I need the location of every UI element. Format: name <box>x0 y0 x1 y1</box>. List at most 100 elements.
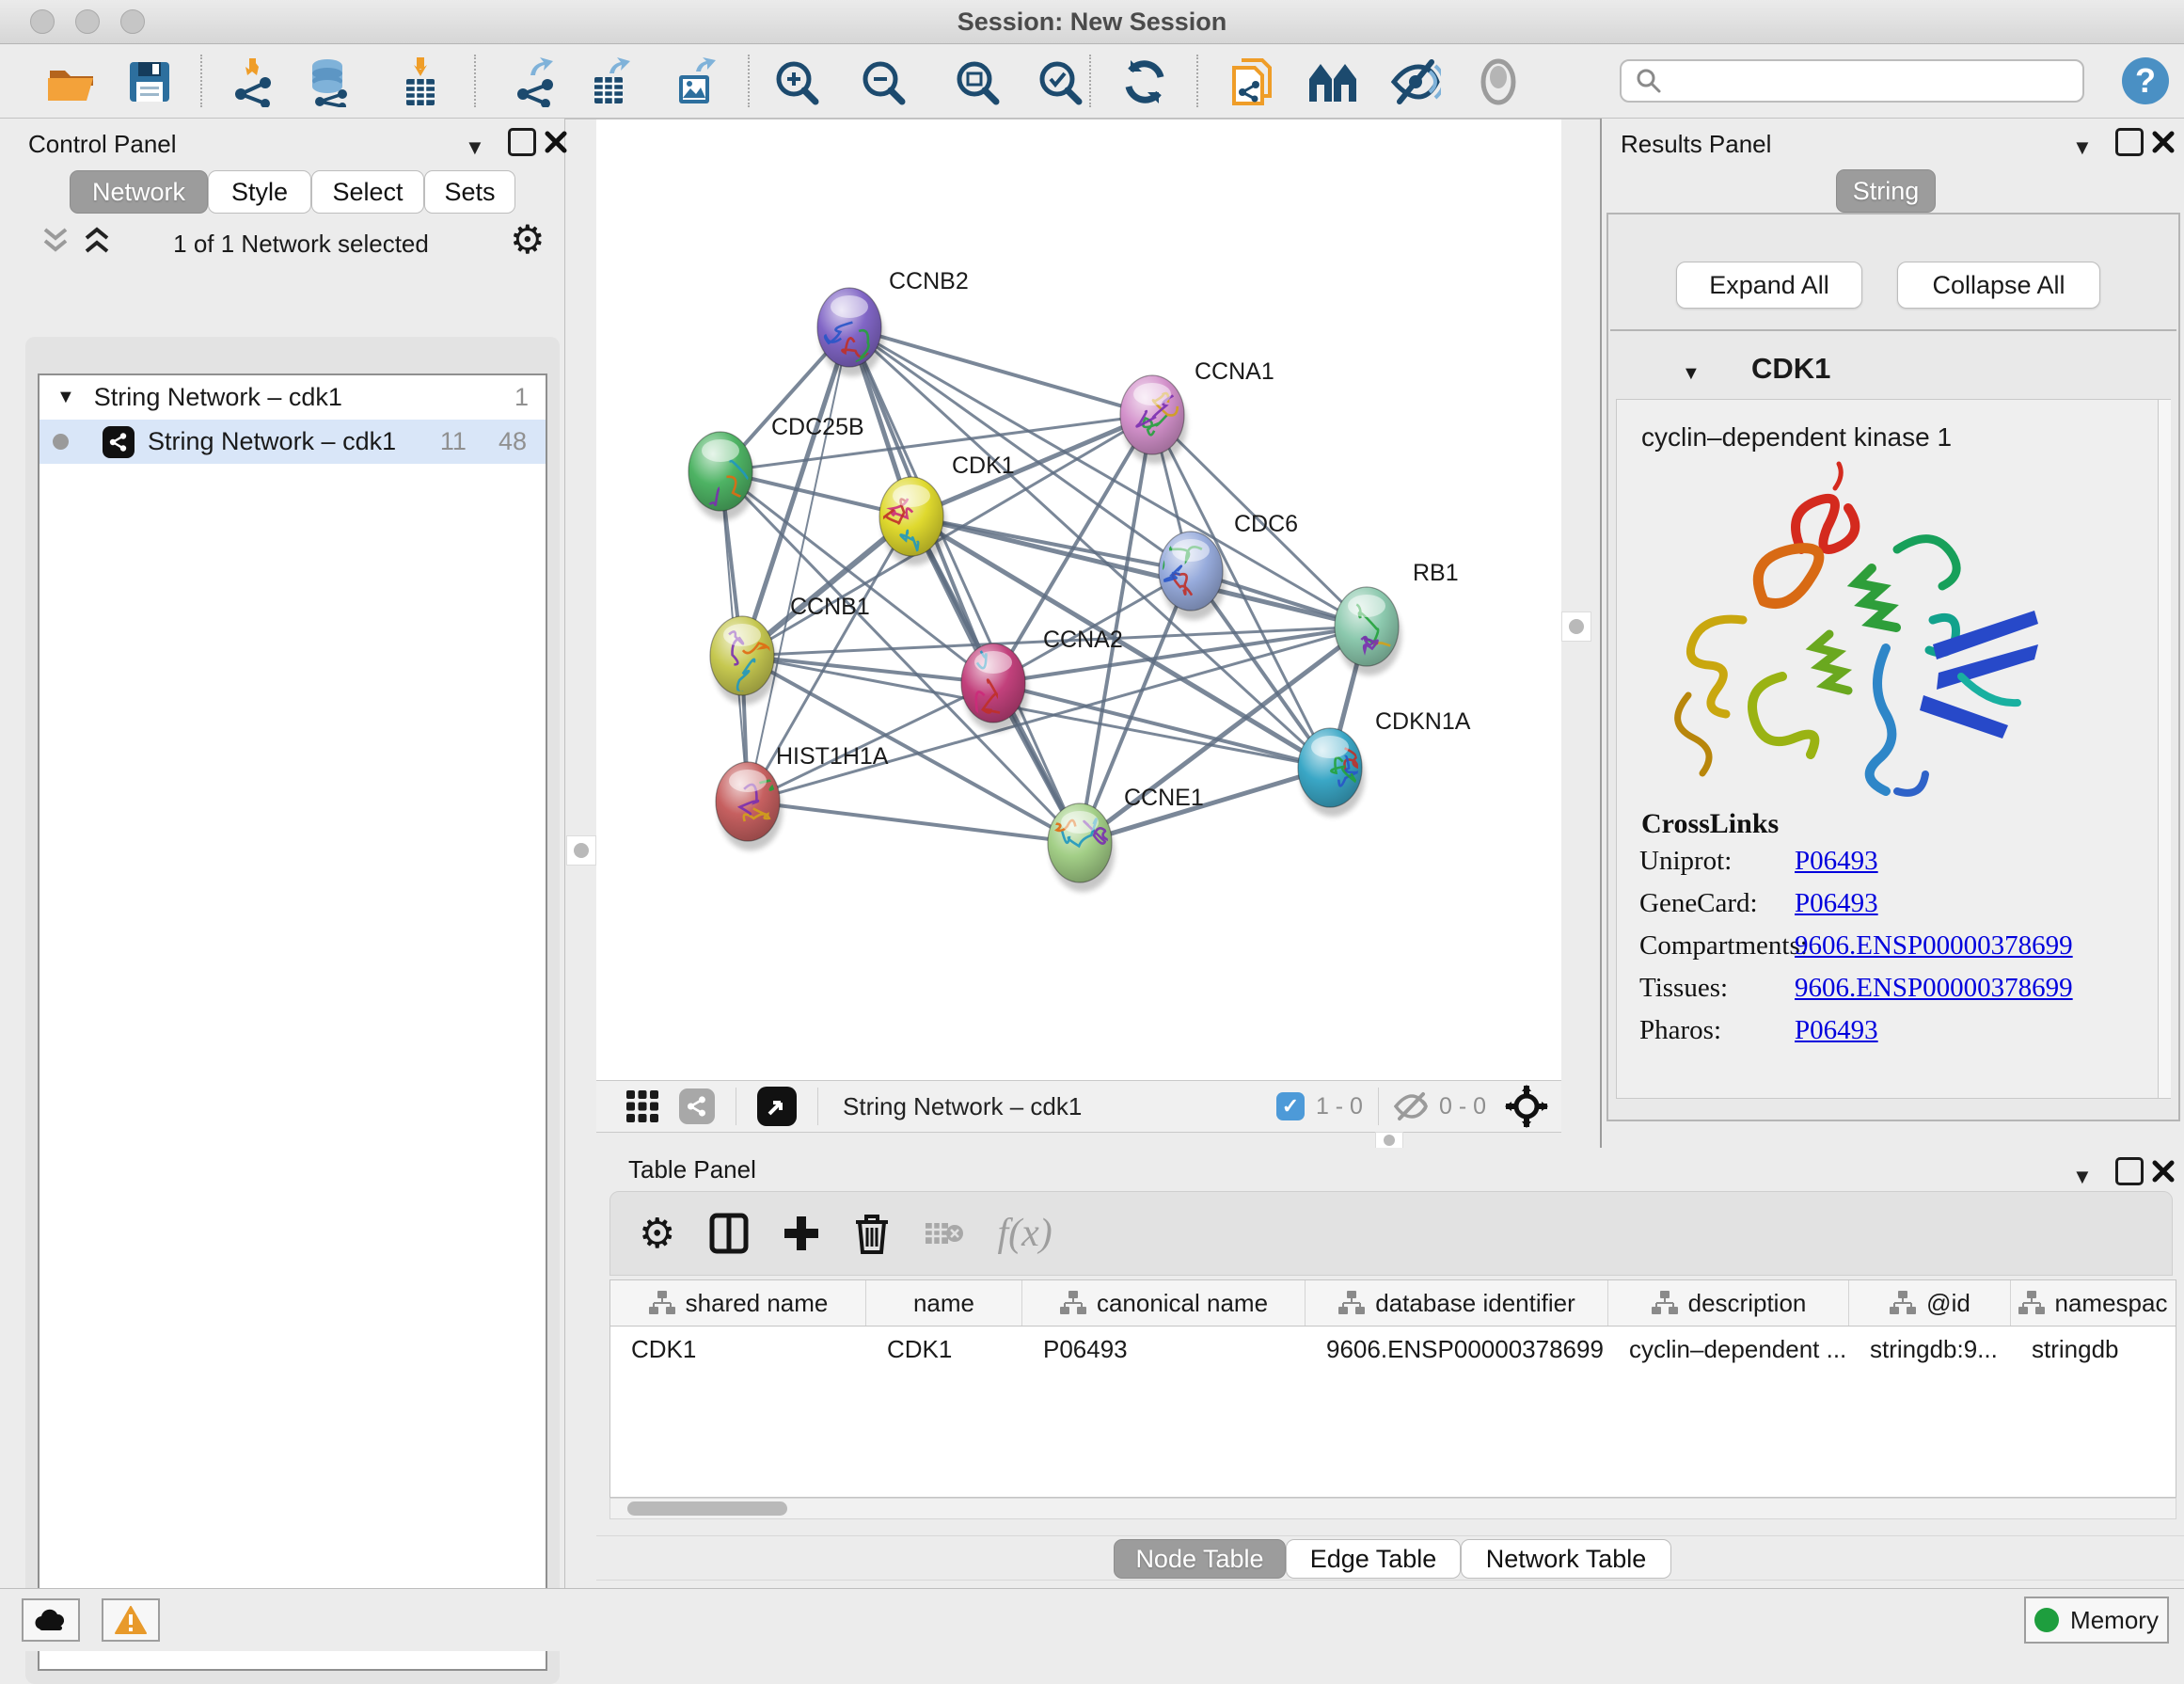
grid-view-icon[interactable] <box>625 1088 660 1124</box>
table-panel-menu-icon[interactable]: ▼ <box>2072 1165 2093 1189</box>
hide-panels-icon[interactable] <box>1390 56 1441 107</box>
table-row[interactable]: CDK1CDK1P064939606.ENSP00000378699cyclin… <box>610 1327 2176 1373</box>
save-session-icon[interactable] <box>124 56 175 107</box>
gene-expander-icon[interactable]: ▼ <box>1682 363 1701 385</box>
results-panel-menu-icon[interactable]: ▼ <box>2072 135 2093 160</box>
network-node-RB1[interactable]: RB1 <box>1335 560 1459 675</box>
node-label-HIST1H1A: HIST1H1A <box>776 743 889 770</box>
birdseye-view-icon[interactable] <box>1307 56 1358 107</box>
table-panel-float-button[interactable] <box>2115 1157 2144 1185</box>
memory-button[interactable]: Memory <box>2024 1597 2169 1644</box>
column-header-canonical-name[interactable]: canonical name <box>1022 1280 1306 1326</box>
node-label-CCNB2: CCNB2 <box>889 268 969 294</box>
network-collection-row[interactable]: ▼ String Network – cdk1 1 <box>40 375 546 420</box>
results-scrollbar[interactable] <box>2158 400 2171 1098</box>
results-panel-close-icon[interactable] <box>2151 130 2176 154</box>
crosslink-pharos-link[interactable]: P06493 <box>1795 1015 1878 1046</box>
table-hscrollbar-thumb[interactable] <box>627 1501 787 1516</box>
network-graph[interactable]: CCNB2CCNA1CDC25BCDK1CDC6RB1CCNB1CCNA2CDK… <box>596 119 1561 1080</box>
crosslink-label: Uniprot: <box>1617 846 1795 877</box>
export-image-icon[interactable] <box>670 56 720 107</box>
expand-all-networks-icon[interactable] <box>81 226 113 256</box>
crosslink-tissues-link[interactable]: 9606.ENSP00000378699 <box>1795 973 2073 1004</box>
network-row-selected[interactable]: String Network – cdk1 11 48 <box>40 420 546 464</box>
zoom-out-icon[interactable] <box>858 56 909 107</box>
network-edge-CCNB2-RB1[interactable] <box>849 327 1367 627</box>
control-panel-menu-icon[interactable]: ▼ <box>465 135 485 160</box>
table-hscrollbar[interactable] <box>609 1498 2176 1519</box>
tab-style[interactable]: Style <box>208 170 311 214</box>
fit-selected-crosshair-icon[interactable] <box>1505 1085 1548 1128</box>
tab-node-table[interactable]: Node Table <box>1114 1539 1286 1579</box>
add-column-icon[interactable] <box>783 1215 820 1252</box>
show-columns-icon[interactable] <box>709 1213 749 1254</box>
main-toolbar: ? <box>0 44 2184 119</box>
zoom-selected-icon[interactable] <box>1035 56 1085 107</box>
show-panels-icon[interactable] <box>1473 56 1524 107</box>
tab-network-table[interactable]: Network Table <box>1461 1539 1671 1579</box>
table-splitter-handle[interactable] <box>1375 1132 1403 1149</box>
toolbar-separator <box>1196 55 1198 107</box>
network-node-CCNA1[interactable]: CCNA1 <box>1120 358 1274 464</box>
column-header-database-identifier[interactable]: database identifier <box>1306 1280 1608 1326</box>
tab-edge-table[interactable]: Edge Table <box>1286 1539 1461 1579</box>
hidden-eye-icon[interactable] <box>1394 1091 1430 1121</box>
network-edge-CCNB2-CCNA1[interactable] <box>849 327 1152 415</box>
crosslink-compartments-link[interactable]: 9606.ENSP00000378699 <box>1795 930 2073 961</box>
column-type-icon <box>1651 1290 1679 1316</box>
node-label-CCNB1: CCNB1 <box>790 594 870 620</box>
crosslink-uniprot-link[interactable]: P06493 <box>1795 846 1878 877</box>
table-panel-close-icon[interactable] <box>2151 1159 2176 1184</box>
collapse-all-button[interactable]: Collapse All <box>1897 262 2100 309</box>
control-panel-close-icon[interactable] <box>544 130 568 154</box>
network-snapshot-icon[interactable] <box>1227 56 1277 107</box>
network-node-HIST1H1A[interactable]: HIST1H1A <box>716 743 889 850</box>
search-box[interactable] <box>1620 59 2084 103</box>
import-network-icon[interactable] <box>229 56 280 107</box>
left-splitter-handle[interactable] <box>566 835 596 866</box>
selected-checkbox-icon[interactable]: ✓ <box>1276 1092 1305 1120</box>
open-in-window-icon[interactable] <box>757 1087 797 1126</box>
network-edge-CCNB2-HIST1H1A[interactable] <box>748 327 849 802</box>
tab-network[interactable]: Network <box>70 170 208 214</box>
warnings-button[interactable] <box>102 1598 160 1642</box>
search-input[interactable] <box>1663 66 2082 97</box>
table-settings-gear-icon[interactable]: ⚙ <box>639 1210 675 1258</box>
control-panel-float-button[interactable] <box>508 128 536 156</box>
collection-expander-icon[interactable]: ▼ <box>40 387 75 408</box>
tab-select[interactable]: Select <box>311 170 424 214</box>
column-header-name[interactable]: name <box>866 1280 1022 1326</box>
tab-sets[interactable]: Sets <box>424 170 515 214</box>
column-header-namespace[interactable]: namespac <box>2011 1280 2174 1326</box>
network-edge-count: 48 <box>499 427 546 456</box>
network-canvas[interactable]: CCNB2CCNA1CDC25BCDK1CDC6RB1CCNB1CCNA2CDK… <box>596 119 1561 1080</box>
cloud-button[interactable] <box>22 1598 80 1642</box>
expand-all-button[interactable]: Expand All <box>1676 262 1862 309</box>
column-header-description[interactable]: description <box>1608 1280 1849 1326</box>
column-header-shared-name[interactable]: shared name <box>610 1280 866 1326</box>
export-network-icon[interactable] <box>512 56 562 107</box>
help-icon[interactable]: ? <box>2122 57 2169 104</box>
delete-column-icon[interactable] <box>854 1213 890 1254</box>
network-selection-status: 1 of 1 Network selected <box>132 230 470 259</box>
network-edge-CDKN1A-CCNE1[interactable] <box>1080 768 1330 843</box>
import-database-icon[interactable] <box>305 56 356 107</box>
zoom-in-icon[interactable] <box>771 56 822 107</box>
string-view-icon[interactable] <box>679 1088 715 1124</box>
crosslink-genecard-link[interactable]: P06493 <box>1795 888 1878 919</box>
node-label-CDC6: CDC6 <box>1234 511 1298 537</box>
right-splitter-handle[interactable] <box>1561 612 1591 642</box>
zoom-fit-icon[interactable] <box>952 56 1003 107</box>
export-table-icon[interactable] <box>585 56 636 107</box>
open-session-icon[interactable] <box>45 56 96 107</box>
network-options-gear-icon[interactable]: ⚙ <box>510 216 546 262</box>
network-edge-HIST1H1A-CCNE1[interactable] <box>748 802 1080 843</box>
import-table-icon[interactable] <box>395 56 446 107</box>
table-header-row: shared name name canonical name database… <box>609 1279 2176 1327</box>
column-header-id[interactable]: @id <box>1849 1280 2011 1326</box>
network-node-CDKN1A[interactable]: CDKN1A <box>1298 708 1471 817</box>
refresh-icon[interactable] <box>1119 56 1170 107</box>
results-panel-float-button[interactable] <box>2115 128 2144 156</box>
tab-string-results[interactable]: String <box>1836 169 1936 213</box>
collapse-all-networks-icon[interactable] <box>40 226 71 256</box>
